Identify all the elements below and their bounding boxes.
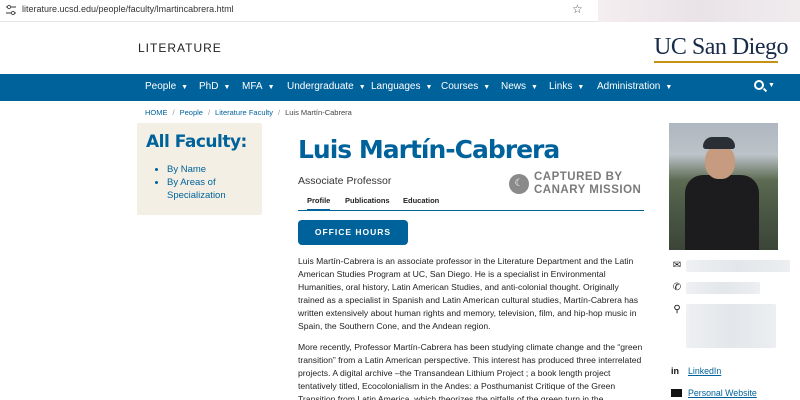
address-redacted	[686, 304, 776, 348]
email-redacted	[686, 260, 790, 272]
site-header: LITERATURE UC San Diego	[0, 22, 800, 74]
logo-underline	[654, 61, 778, 63]
nav-languages[interactable]: Languages ▼	[371, 81, 432, 92]
tab-publications[interactable]: Publications	[345, 196, 390, 205]
phone-redacted	[686, 282, 760, 294]
breadcrumb-separator: /	[278, 108, 281, 117]
nav-courses[interactable]: Courses ▼	[441, 81, 490, 92]
all-faculty-heading: All Faculty:	[146, 132, 247, 152]
breadcrumb-separator: /	[207, 108, 211, 117]
nav-administration[interactable]: Administration ▼	[597, 81, 672, 92]
chevron-down-icon: ▼	[223, 84, 231, 91]
chevron-down-icon: ▼	[267, 84, 275, 91]
breadcrumb-faculty[interactable]: Literature Faculty	[215, 108, 273, 117]
department-name[interactable]: LITERATURE	[138, 41, 222, 55]
all-faculty-panel: All Faculty: By Name By Areas of Special…	[137, 123, 262, 215]
chevron-down-icon[interactable]: ▼	[768, 82, 775, 89]
phone-icon: ✆	[672, 282, 682, 293]
tab-education[interactable]: Education	[403, 196, 439, 205]
nav-news[interactable]: News ▼	[501, 81, 538, 92]
website-mail-icon	[671, 389, 682, 397]
breadcrumb: HOME / People / Literature Faculty / Luis Mart…	[145, 108, 352, 117]
chevron-down-icon: ▼	[181, 84, 189, 91]
nav-mfa[interactable]: MFA ▼	[242, 81, 275, 92]
bookmark-star-icon[interactable]: ☆	[572, 2, 583, 16]
nav-undergraduate[interactable]: Undergraduate ▼	[287, 81, 366, 92]
nav-phd[interactable]: PhD ▼	[199, 81, 230, 92]
bio-paragraph-2: More recently, Professor Martín-Cabrera …	[298, 342, 643, 400]
nav-links[interactable]: Links ▼	[549, 81, 584, 92]
profile-tabs: Profile Publications Education	[298, 194, 644, 211]
chevron-down-icon: ▼	[577, 84, 585, 91]
nav-people[interactable]: People ▼	[145, 81, 188, 92]
photo-figure-body	[685, 175, 759, 250]
chevron-down-icon: ▼	[358, 84, 366, 91]
browser-address-bar[interactable]: literature.ucsd.edu/people/faculty/lmart…	[0, 0, 800, 22]
by-name-link[interactable]: By Name	[167, 164, 206, 175]
faculty-photo	[669, 123, 778, 250]
stamp-line-1: CAPTURED BY	[534, 171, 623, 183]
ucsd-logo[interactable]: UC San Diego	[654, 34, 789, 61]
by-areas-link[interactable]: By Areas of Specialization	[167, 177, 226, 201]
url-text[interactable]: literature.ucsd.edu/people/faculty/lmart…	[22, 4, 234, 14]
list-item[interactable]: By Name	[167, 163, 262, 176]
canary-mission-icon: ☾	[509, 174, 529, 194]
breadcrumb-separator: /	[172, 108, 175, 117]
faculty-title: Associate Professor	[298, 175, 392, 187]
personal-website-link[interactable]: Personal Website	[688, 388, 757, 398]
linkedin-icon: in	[671, 366, 679, 376]
photo-figure-cap	[703, 137, 735, 149]
site-settings-icon[interactable]	[5, 4, 17, 16]
chevron-down-icon: ▼	[531, 84, 538, 91]
location-pin-icon: ⚲	[673, 304, 681, 315]
list-item[interactable]: By Areas of Specialization	[167, 176, 262, 202]
email-icon: ✉	[672, 260, 682, 271]
linkedin-link[interactable]: LinkedIn	[688, 366, 721, 376]
breadcrumb-people[interactable]: People	[180, 108, 203, 117]
chevron-down-icon: ▼	[483, 84, 491, 91]
search-icon[interactable]	[754, 80, 764, 90]
chevron-down-icon: ▼	[425, 84, 433, 91]
breadcrumb-current: Luis Martín-Cabrera	[285, 108, 352, 117]
chevron-down-icon: ▼	[665, 84, 673, 91]
page-title: Luis Martín-Cabrera	[298, 135, 560, 164]
faculty-filter-list: By Name By Areas of Specialization	[157, 163, 262, 202]
office-hours-button[interactable]: OFFICE HOURS	[298, 220, 408, 245]
browser-extensions-area	[598, 0, 800, 22]
main-navigation: People ▼ PhD ▼ MFA ▼ Undergraduate ▼ Languag…	[0, 74, 800, 101]
breadcrumb-home[interactable]: HOME	[145, 108, 168, 117]
bio-paragraph-1: Luis Martín-Cabrera is an associate prof…	[298, 256, 639, 331]
photo-figure-head	[705, 145, 735, 179]
tab-profile[interactable]: Profile	[307, 196, 331, 211]
